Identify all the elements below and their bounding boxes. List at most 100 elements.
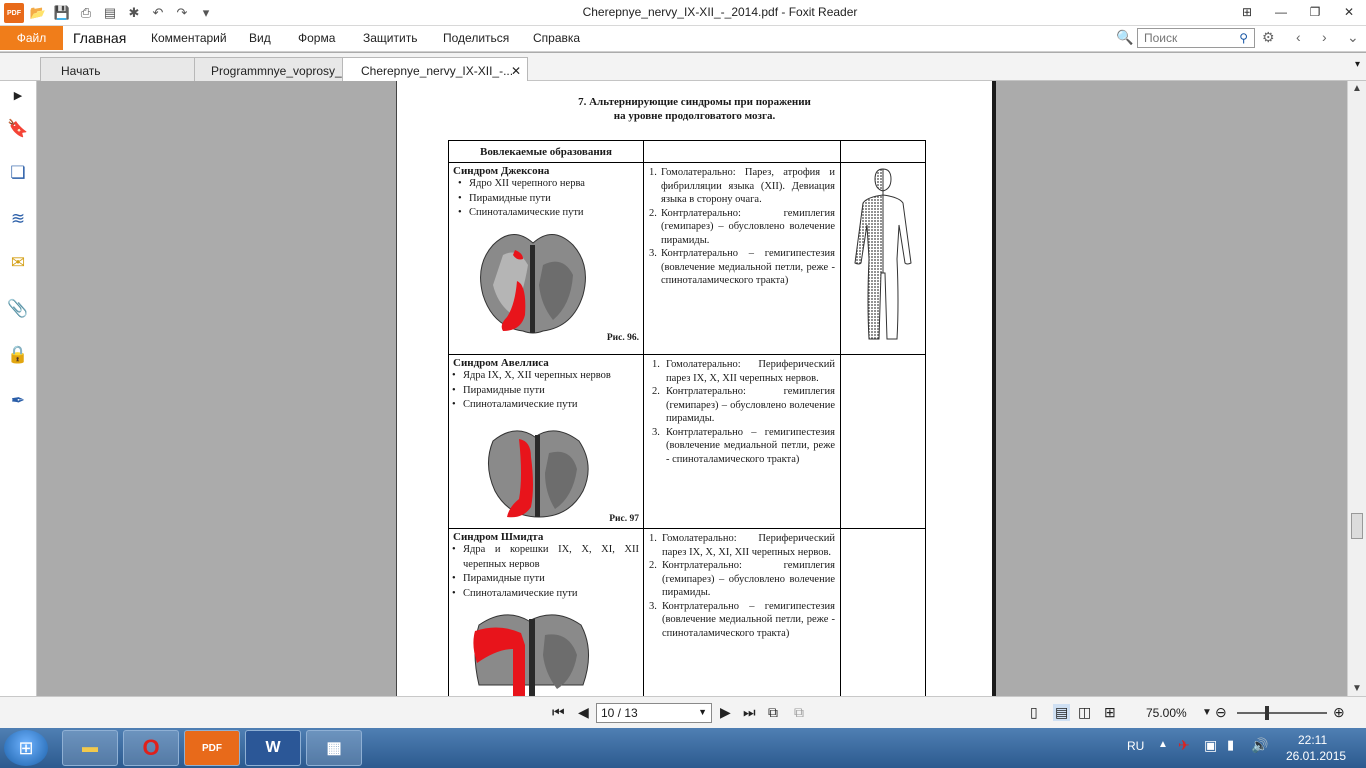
table-header-row: Вовлекаемые образования <box>448 140 927 163</box>
clock-time[interactable]: 22:11 <box>1298 733 1327 747</box>
show-hidden-icons-icon[interactable]: ▲ <box>1158 739 1168 750</box>
menu-share[interactable]: Поделиться <box>443 31 509 45</box>
pdf-page: 7. Альтернирующие синдромы при поражении… <box>397 81 992 696</box>
language-indicator[interactable]: RU <box>1127 739 1144 753</box>
word-icon[interactable]: W <box>245 730 301 766</box>
collapse-ribbon-icon[interactable]: ⌄ <box>1347 29 1359 46</box>
expand-panel-icon[interactable]: ▶ <box>6 83 30 107</box>
menu-protect[interactable]: Защитить <box>363 31 417 45</box>
item-number: 1. <box>648 533 657 544</box>
zoom-out-icon[interactable]: ⊖ <box>1215 704 1227 721</box>
table-row: Синдром Авеллиса Ядра IX, X, XII черепны… <box>448 354 927 529</box>
list-item: 2. Контрлатерально: гемиплегия (гемипарез… <box>652 385 835 426</box>
bookmarks-icon[interactable]: 🔖 <box>6 117 30 141</box>
manifestations-cell: 1. Гомолатерально: Периферический парез I… <box>642 354 841 529</box>
tab-programmnye-voprosy[interactable]: Programmnye_voprosy_d... <box>194 57 344 81</box>
menu-form[interactable]: Форма <box>298 31 335 45</box>
item-number: 3. <box>651 426 660 438</box>
file-menu-button[interactable]: Файл <box>0 26 63 50</box>
previous-view-icon[interactable]: ⧉ <box>768 704 778 721</box>
layers-icon[interactable]: ≋ <box>6 207 30 231</box>
single-page-view-icon[interactable]: ▯ <box>1030 704 1038 721</box>
usb-device-icon[interactable]: ▣ <box>1204 737 1217 754</box>
zoom-slider-thumb[interactable] <box>1265 706 1269 720</box>
next-view-icon[interactable]: ⧉ <box>794 704 804 721</box>
start-button-icon[interactable]: ⊞ <box>4 730 48 766</box>
clock-date[interactable]: 26.01.2015 <box>1286 749 1346 763</box>
scroll-down-arrow-icon[interactable]: ▼ <box>1352 683 1362 694</box>
search-icon[interactable]: ⚲ <box>1239 31 1248 45</box>
tab-start[interactable]: Начать <box>40 57 196 81</box>
section-heading-line-2: на уровне продолговатого мозга. <box>613 110 776 122</box>
item-number: 2. <box>648 207 657 219</box>
header-cell-structures: Вовлекаемые образования <box>448 140 644 163</box>
table-row: Синдром Джексона Ядро XII черепного нерв… <box>448 162 927 355</box>
last-page-icon[interactable]: ⏭ <box>743 704 756 721</box>
explorer-icon[interactable]: ▬ <box>62 730 118 766</box>
scrollbar-thumb[interactable] <box>1351 513 1363 539</box>
attachments-icon[interactable]: 📎 <box>6 297 30 321</box>
item-text: Гомолатерально: Периферический парез IX,… <box>661 533 835 558</box>
antivirus-tray-icon[interactable]: ✈ <box>1178 737 1190 754</box>
zoom-slider[interactable] <box>1237 712 1327 714</box>
restore-icon[interactable]: ❐ <box>1298 2 1332 22</box>
list-item: Ядра IX, X, XII черепных нервов <box>449 369 639 384</box>
menu-view[interactable]: Вид <box>249 31 271 45</box>
list-item: Пирамидные пути <box>455 192 639 207</box>
menu-home[interactable]: Главная <box>73 30 126 46</box>
close-icon[interactable]: ✕ <box>1332 2 1366 22</box>
vertical-scrollbar[interactable]: ▲ ▼ <box>1347 81 1366 696</box>
close-tab-icon[interactable]: ✕ <box>511 64 521 78</box>
medulla-section-image <box>473 614 589 696</box>
back-arrow-icon[interactable]: ‹ <box>1296 29 1301 45</box>
comments-icon[interactable]: ✉ <box>6 251 30 275</box>
item-number: 3. <box>648 248 657 259</box>
empty-cell <box>839 528 927 696</box>
continuous-facing-view-icon[interactable]: ⊞ <box>1104 704 1116 721</box>
settings-gear-icon[interactable]: ⚙ <box>1262 29 1275 46</box>
chevron-down-icon[interactable]: ▼ <box>698 707 707 717</box>
zoom-level[interactable]: 75.00% <box>1146 706 1187 720</box>
signature-icon[interactable]: ✒ <box>6 389 30 413</box>
figure-caption: Рис. 97 <box>609 514 639 524</box>
list-item: 3. Контрлатерально – гемигипестезия (вовл… <box>652 426 835 467</box>
continuous-view-icon[interactable]: ▤ <box>1053 704 1071 721</box>
pages-icon[interactable]: ❏ <box>6 161 30 185</box>
previous-page-icon[interactable]: ◀ <box>578 704 589 721</box>
zoom-dropdown-icon[interactable]: ▼ <box>1202 707 1212 718</box>
scroll-up-arrow-icon[interactable]: ▲ <box>1352 83 1362 94</box>
search-input[interactable] <box>1144 31 1234 45</box>
find-folder-icon[interactable]: 🔍 <box>1116 29 1133 46</box>
first-page-icon[interactable]: ⏮ <box>552 704 565 721</box>
facing-view-icon[interactable]: ◫ <box>1078 704 1091 721</box>
volume-icon[interactable]: 🔊 <box>1251 737 1268 754</box>
list-item: Спиноталамические пути <box>449 587 639 602</box>
list-item: 3. Контрлатерально – гемигипестезия (вовл… <box>649 600 835 641</box>
zoom-in-icon[interactable]: ⊕ <box>1333 704 1345 721</box>
list-item: 2. Контрлатерально: гемиплегия (гемипарез… <box>649 559 835 600</box>
control-panel-icon[interactable]: ▦ <box>306 730 362 766</box>
empty-cell <box>839 354 927 529</box>
page-number-field[interactable]: 10 / 13 ▼ <box>596 703 712 723</box>
next-page-icon[interactable]: ▶ <box>720 704 731 721</box>
minimize-icon[interactable]: — <box>1264 2 1298 22</box>
title-bar: PDF 📂 💾 ⎙ ▤ ✱ ↶ ↷ ▾ Cherepnye_nervy_IX-X… <box>0 0 1366 26</box>
forward-arrow-icon[interactable]: › <box>1322 29 1327 45</box>
structures-cell: Синдром Джексона Ядро XII черепного нерв… <box>448 162 644 355</box>
menu-help[interactable]: Справка <box>533 31 580 45</box>
network-signal-icon[interactable]: ▮ <box>1227 737 1234 753</box>
search-box[interactable]: ⚲ <box>1137 28 1255 48</box>
document-view[interactable]: 7. Альтернирующие синдромы при поражении… <box>37 81 1347 696</box>
tab-scroll-down-icon[interactable]: ▾ <box>1355 59 1360 70</box>
medulla-section-image <box>488 430 589 518</box>
body-diagram-cell <box>839 162 927 355</box>
list-item: Пирамидные пути <box>449 384 639 399</box>
opera-icon[interactable]: O <box>123 730 179 766</box>
structures-cell: Синдром Шмидта Ядра и корешки IX, X, XI,… <box>448 528 644 696</box>
security-lock-icon[interactable]: 🔒 <box>6 343 30 367</box>
fullscreen-icon[interactable]: ⊞ <box>1230 2 1264 22</box>
menu-comment[interactable]: Комментарий <box>151 31 227 45</box>
foxit-pdf-icon[interactable]: PDF <box>184 730 240 766</box>
tab-cherepnye-nervy[interactable]: Cherepnye_nervy_IX-XII_-... ✕ <box>342 57 528 82</box>
table-row: Синдром Шмидта Ядра и корешки IX, X, XI,… <box>448 528 927 696</box>
